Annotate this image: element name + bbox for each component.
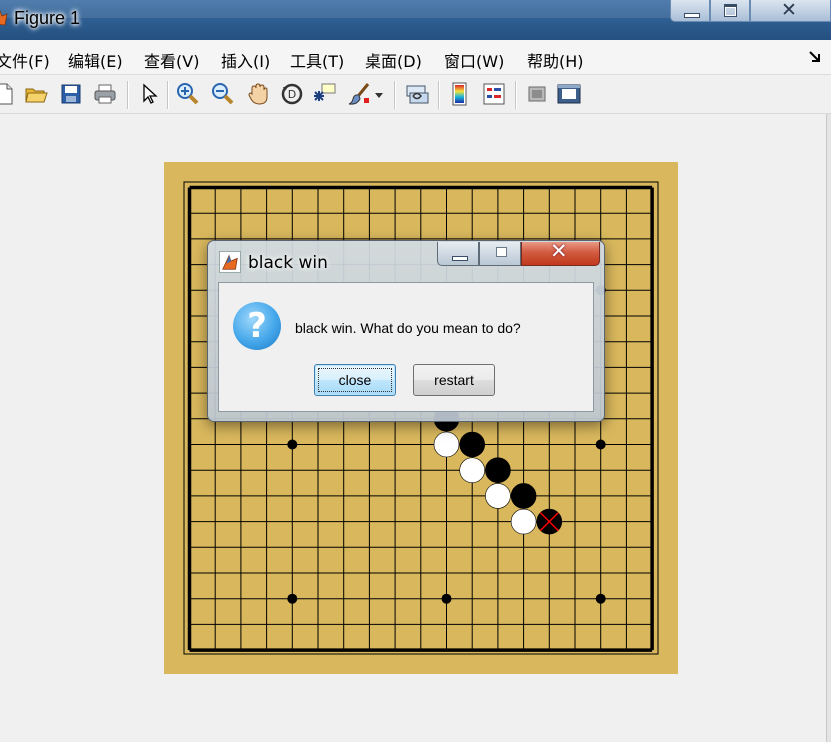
dock-figure-icon[interactable]: [808, 50, 822, 64]
toolbar-separator: [438, 81, 440, 109]
star-point: [287, 439, 298, 450]
dialog-close-window-button[interactable]: ✕: [521, 239, 600, 266]
menu-view[interactable]: 查看(V): [144, 48, 199, 72]
maximize-button[interactable]: [710, 0, 750, 22]
restart-button[interactable]: restart: [413, 364, 495, 396]
pan-hand-icon[interactable]: [246, 82, 270, 106]
black-stone: [459, 431, 486, 458]
star-point: [595, 593, 606, 604]
rotate-3d-icon[interactable]: D: [280, 82, 304, 106]
dialog-title: black win: [248, 253, 328, 273]
toolbar-separator: [394, 81, 396, 109]
question-icon: ?: [233, 302, 281, 350]
menu-insert[interactable]: 插入(I): [221, 48, 270, 72]
new-figure-icon[interactable]: [0, 82, 16, 106]
close-window-button[interactable]: ✕: [750, 0, 831, 22]
black-stone: [510, 483, 537, 509]
menu-file[interactable]: 文件(F): [0, 48, 50, 72]
legend-icon[interactable]: [482, 82, 506, 106]
figure-toolbar: D: [0, 75, 831, 114]
white-stone: [459, 457, 486, 484]
close-icon: ✕: [550, 239, 568, 263]
menu-help[interactable]: 帮助(H): [527, 48, 584, 72]
hide-plot-tools-icon[interactable]: [525, 82, 549, 106]
star-point: [441, 593, 452, 604]
white-stone: [433, 431, 460, 458]
colorbar-icon[interactable]: [448, 82, 472, 106]
focus-ring: [318, 368, 392, 392]
brush-icon[interactable]: [348, 82, 372, 106]
zoom-out-icon[interactable]: [211, 82, 235, 106]
white-stone: [510, 508, 537, 535]
open-file-icon[interactable]: [24, 82, 48, 106]
window-border: [826, 114, 831, 742]
close-icon: ✕: [781, 0, 797, 21]
save-icon[interactable]: [59, 82, 83, 106]
dialog-body: ? black win. What do you mean to do? clo…: [218, 282, 594, 412]
white-stone: [485, 483, 511, 509]
chevron-down-icon[interactable]: [374, 82, 384, 106]
dialog-message: black win. What do you mean to do?: [295, 320, 521, 336]
zoom-in-icon[interactable]: [176, 82, 200, 106]
matlab-logo-icon: [219, 251, 241, 273]
toolbar-separator: [515, 81, 517, 109]
dialog-minimize-button[interactable]: [437, 242, 479, 266]
print-icon[interactable]: [93, 82, 117, 106]
matlab-logo-icon: [0, 10, 8, 26]
window-title: Figure 1: [14, 8, 81, 28]
link-plot-icon[interactable]: [405, 82, 429, 106]
menu-bar: 文件(F) 编辑(E) 查看(V) 插入(I) 工具(T) 桌面(D) 窗口(W…: [0, 40, 831, 75]
minimize-button[interactable]: [670, 0, 710, 22]
star-point: [595, 439, 606, 450]
star-point: [287, 593, 298, 604]
menu-desktop[interactable]: 桌面(D): [365, 48, 422, 72]
data-cursor-icon[interactable]: [313, 82, 337, 106]
svg-text:D: D: [288, 88, 296, 101]
menu-edit[interactable]: 编辑(E): [68, 48, 123, 72]
menu-tools[interactable]: 工具(T): [290, 48, 344, 72]
message-dialog: black win ✕ ? black win. What do you mea…: [207, 239, 605, 422]
black-stone: [485, 457, 511, 484]
menu-window[interactable]: 窗口(W): [444, 48, 504, 72]
restart-button-label: restart: [434, 372, 474, 388]
close-button[interactable]: close: [314, 364, 396, 396]
show-plot-tools-icon[interactable]: [557, 82, 581, 106]
edit-plot-arrow-icon[interactable]: [138, 82, 162, 106]
dialog-maximize-button[interactable]: [479, 242, 521, 266]
window-title-bar: Figure 1 ✕: [0, 0, 831, 40]
toolbar-separator: [127, 81, 129, 109]
toolbar-separator: [167, 81, 169, 109]
dialog-caption-buttons: ✕: [437, 239, 602, 268]
